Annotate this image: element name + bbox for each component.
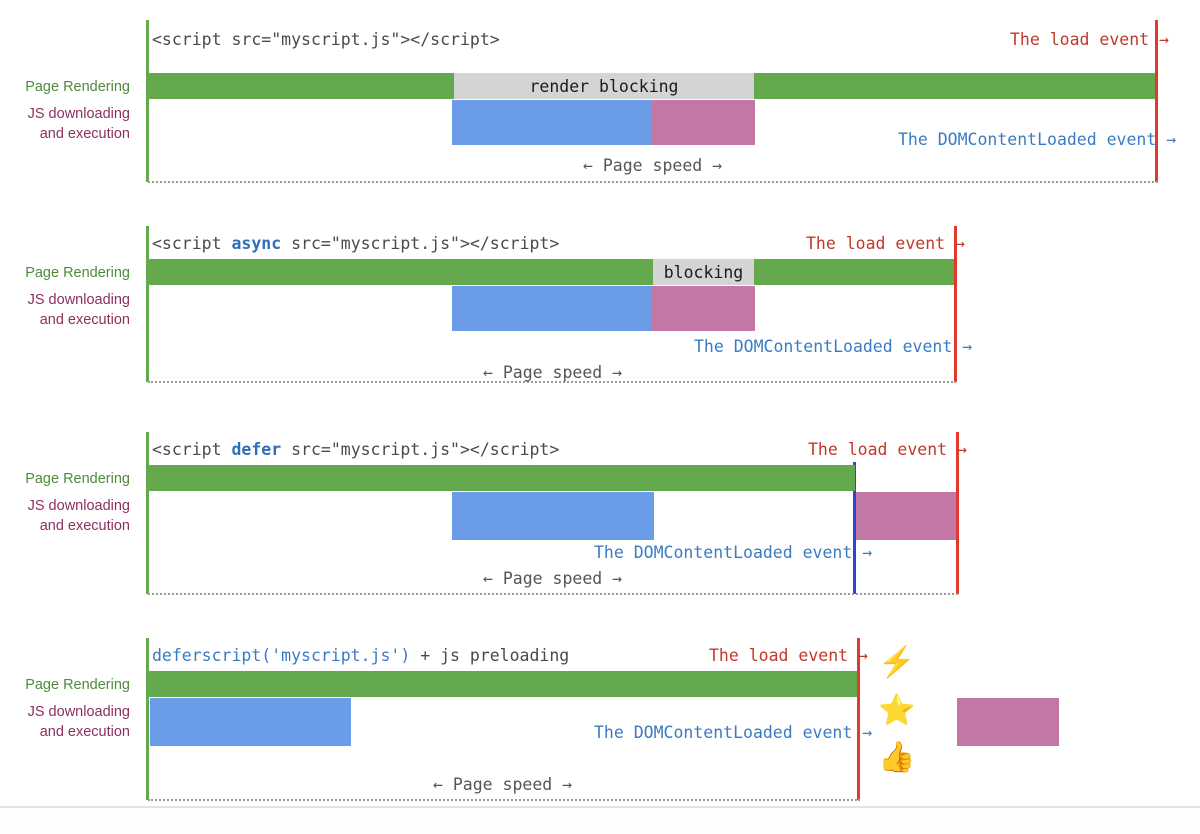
blocking-label: blocking	[663, 262, 744, 282]
bar-blocking: blocking	[653, 259, 754, 285]
bar-rendering-before	[148, 259, 653, 285]
load-event-label: The load event →	[806, 234, 965, 253]
panel-classic-script: Page Rendering JS downloading and execut…	[0, 20, 1200, 190]
page-speed-label: ← Page speed →	[433, 775, 573, 794]
code-keyword-async: async	[231, 234, 282, 253]
page-speed-baseline	[148, 181, 1158, 183]
code-snippet-async: <script async src="myscript.js"></script…	[152, 234, 559, 253]
page-speed-baseline	[148, 593, 958, 595]
bar-js-downloading	[452, 100, 651, 145]
row-label-js-line2: and execution	[39, 126, 130, 142]
window-bottom-bar	[0, 806, 1200, 834]
bar-rendering	[148, 465, 855, 491]
dcl-event-label: The DOMContentLoaded event →	[594, 543, 873, 562]
page-speed-label: ← Page speed →	[483, 569, 623, 588]
code-suffix: + js preloading	[410, 646, 570, 665]
code-snippet-classic: <script src="myscript.js"></script>	[152, 30, 500, 49]
row-label-js-line1: JS downloading	[27, 292, 130, 308]
timeline-start-line	[146, 432, 149, 594]
row-label-js-line1: JS downloading	[27, 704, 130, 720]
dcl-event-label: The DOMContentLoaded event →	[898, 130, 1177, 149]
timeline-start-line	[146, 638, 149, 800]
panel-defer-script: Page Rendering JS downloading and execut…	[0, 432, 1200, 597]
bar-js-execution	[856, 492, 956, 540]
load-event-label: The load event →	[1010, 30, 1169, 49]
code-snippet-defer: <script defer src="myscript.js"></script…	[152, 440, 559, 459]
bar-js-execution	[651, 286, 755, 331]
diagram-canvas: Page Rendering JS downloading and execut…	[0, 0, 1200, 834]
bar-rendering-before	[148, 73, 454, 99]
code-suffix: src="myscript.js"></script>	[281, 440, 560, 459]
render-blocking-label: render blocking	[529, 76, 679, 96]
row-label-page-rendering: Page Rendering	[25, 79, 130, 95]
bar-render-blocking: render blocking	[454, 73, 754, 99]
star-icon: ⭐	[878, 694, 916, 727]
bar-rendering	[148, 671, 857, 697]
panel-deferscript: Page Rendering JS downloading and execut…	[0, 638, 1200, 803]
bar-js-downloading	[150, 698, 351, 746]
panel-async-script: Page Rendering JS downloading and execut…	[0, 226, 1200, 386]
timeline-start-line	[146, 20, 149, 182]
row-label-js-line1: JS downloading	[27, 106, 130, 122]
load-event-label: The load event →	[709, 646, 868, 665]
row-label-js-line2: and execution	[39, 312, 130, 328]
code-prefix: <script	[152, 234, 232, 253]
code-keyword-defer: defer	[231, 440, 282, 459]
code-keyword-deferscript: deferscript('myscript.js')	[152, 646, 411, 665]
page-speed-label: ← Page speed →	[583, 156, 723, 175]
bar-js-downloading	[452, 492, 654, 540]
code-text: <script src="myscript.js"></script>	[152, 30, 500, 49]
bar-js-execution	[651, 100, 755, 145]
bar-rendering-after	[754, 73, 1155, 99]
dcl-event-label: The DOMContentLoaded event →	[694, 337, 973, 356]
row-label-js-line2: and execution	[39, 724, 130, 740]
bar-js-execution-after-load	[957, 698, 1059, 746]
row-label-page-rendering: Page Rendering	[25, 677, 130, 693]
row-label-js-line1: JS downloading	[27, 498, 130, 514]
code-suffix: src="myscript.js"></script>	[281, 234, 560, 253]
lightning-icon: ⚡	[878, 646, 916, 679]
timeline-start-line	[146, 226, 149, 382]
thumbs-up-icon: 👍	[878, 741, 916, 774]
dcl-event-label: The DOMContentLoaded event →	[594, 723, 873, 742]
load-event-label: The load event →	[808, 440, 967, 459]
code-snippet-deferscript: deferscript('myscript.js') + js preloadi…	[152, 646, 569, 665]
bar-rendering-after	[754, 259, 954, 285]
code-prefix: <script	[152, 440, 232, 459]
row-label-js-line2: and execution	[39, 518, 130, 534]
row-label-page-rendering: Page Rendering	[25, 471, 130, 487]
page-speed-baseline	[148, 799, 860, 801]
bar-js-downloading	[452, 286, 651, 331]
page-speed-label: ← Page speed →	[483, 363, 623, 382]
row-label-page-rendering: Page Rendering	[25, 265, 130, 281]
